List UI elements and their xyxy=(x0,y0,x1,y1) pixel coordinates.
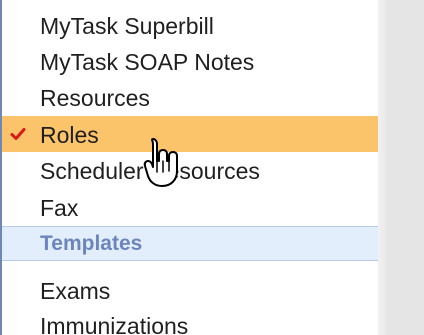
section-label: Templates xyxy=(40,232,143,255)
menu-item-resources[interactable]: Resources xyxy=(2,79,378,115)
menu-item-fax[interactable]: Fax xyxy=(2,189,378,225)
menu-screen: MyTask Superbill MyTask SOAP Notes Resou… xyxy=(0,0,424,335)
panel-shadow xyxy=(378,0,386,335)
menu-item-label: MyTask Superbill xyxy=(40,13,214,39)
menu-item-label: Fax xyxy=(40,195,79,221)
menu-item-mytask-soap-notes[interactable]: MyTask SOAP Notes xyxy=(2,43,378,79)
menu-item-label: Resources xyxy=(40,85,150,111)
menu-item-label: Exams xyxy=(40,278,111,304)
menu-item-label: Scheduler Resources xyxy=(40,158,260,184)
menu-item-exams[interactable]: Exams xyxy=(2,272,378,308)
menu-item-label: Immunizations xyxy=(40,313,189,335)
menu-item-immunizations[interactable]: Immunizations xyxy=(2,307,378,335)
adjacent-panel xyxy=(386,0,424,335)
navigation-menu: MyTask Superbill MyTask SOAP Notes Resou… xyxy=(0,0,378,335)
menu-item-label: Roles xyxy=(40,122,99,148)
menu-item-mytask-superbill[interactable]: MyTask Superbill xyxy=(2,7,378,43)
templates-section-header: Templates xyxy=(2,226,378,261)
menu-item-scheduler-resources[interactable]: Scheduler Resources xyxy=(2,152,378,188)
menu-item-label: MyTask SOAP Notes xyxy=(40,49,255,75)
check-icon xyxy=(10,128,26,140)
menu-item-roles[interactable]: Roles xyxy=(2,116,378,152)
